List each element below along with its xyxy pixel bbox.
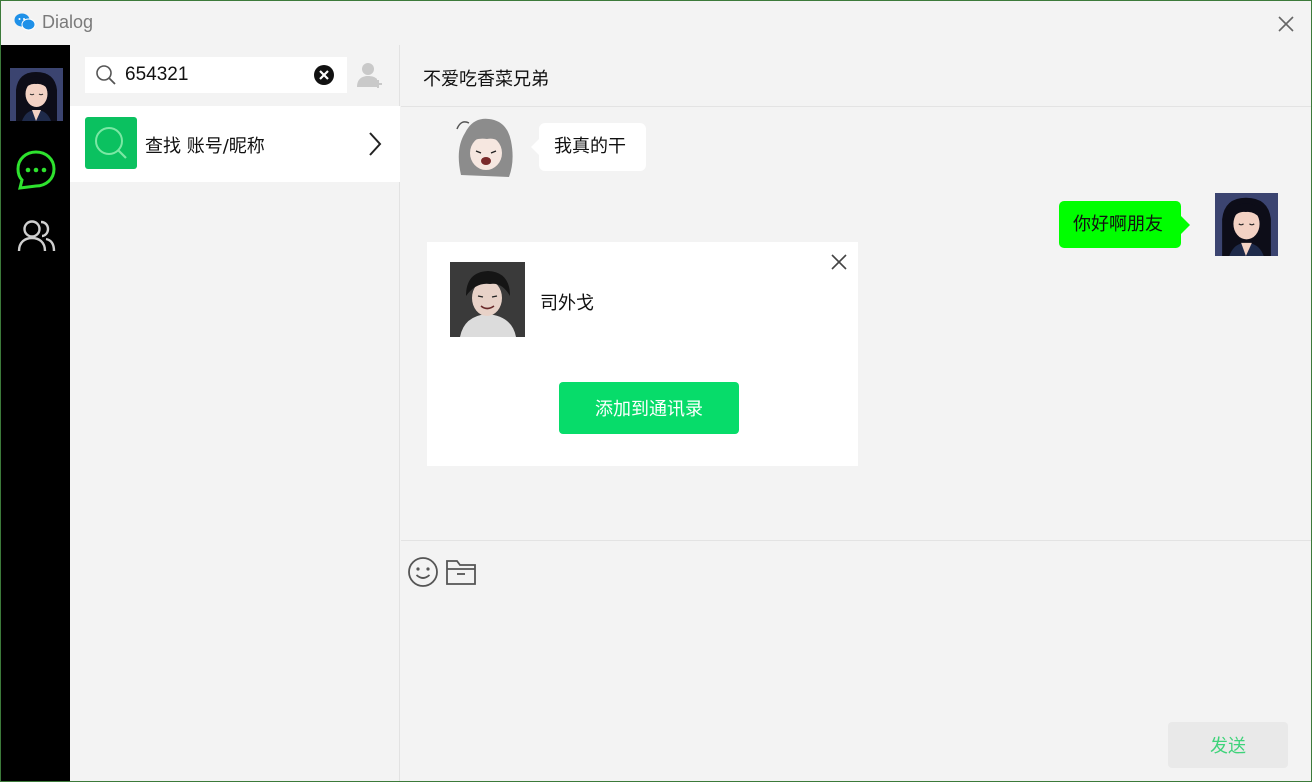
find-account-label: 查找 账号/昵称 [145, 136, 265, 157]
chat-header: 不爱吃香菜兄弟 [401, 45, 1311, 107]
folder-icon[interactable] [445, 557, 477, 587]
window-title: Dialog [42, 12, 94, 32]
profile-name: 司外戈 [540, 293, 594, 314]
dialog-window: Dialog 654321 查找 账号/昵称 不爱吃香菜兄弟 我真的干 你好啊朋… [0, 0, 1312, 782]
search-input[interactable] [125, 60, 305, 90]
message-text: 你好啊朋友 [1073, 214, 1163, 235]
search-icon [96, 65, 116, 85]
chat-pane: 不爱吃香菜兄弟 我真的干 你好啊朋友 司外戈 添加到通讯录 发送 [401, 45, 1311, 781]
add-friend-icon[interactable] [355, 60, 385, 90]
close-icon[interactable] [1273, 11, 1299, 37]
profile-card: 司外戈 添加到通讯录 [427, 242, 858, 466]
user-avatar[interactable] [10, 68, 63, 121]
find-account-row[interactable]: 查找 账号/昵称 [70, 106, 400, 182]
message-bubble-outgoing[interactable]: 你好啊朋友 [1059, 201, 1190, 248]
message-input[interactable] [411, 597, 1301, 707]
contacts-icon[interactable] [17, 217, 57, 255]
message-text: 我真的干 [554, 136, 626, 157]
add-to-contacts-button[interactable]: 添加到通讯录 [559, 382, 739, 434]
search-box[interactable] [85, 57, 347, 93]
contact-avatar[interactable] [453, 115, 517, 179]
profile-avatar [450, 262, 525, 337]
search-panel: 查找 账号/昵称 [70, 45, 400, 781]
chat-bubble-icon[interactable] [15, 149, 57, 191]
send-button[interactable]: 发送 [1168, 722, 1288, 768]
title-bar: Dialog [1, 1, 1311, 45]
emoji-icon[interactable] [407, 556, 439, 588]
message-bubble-incoming[interactable]: 我真的干 [531, 123, 646, 171]
left-nav [1, 45, 70, 781]
user-avatar-message[interactable] [1215, 193, 1278, 256]
close-icon[interactable] [829, 252, 849, 272]
contact-name: 不爱吃香菜兄弟 [423, 69, 549, 90]
find-search-icon [85, 117, 137, 169]
wechat-icon [14, 13, 36, 31]
chevron-right-icon [369, 132, 382, 156]
clear-icon[interactable] [313, 64, 335, 86]
message-composer: 发送 [401, 540, 1311, 781]
